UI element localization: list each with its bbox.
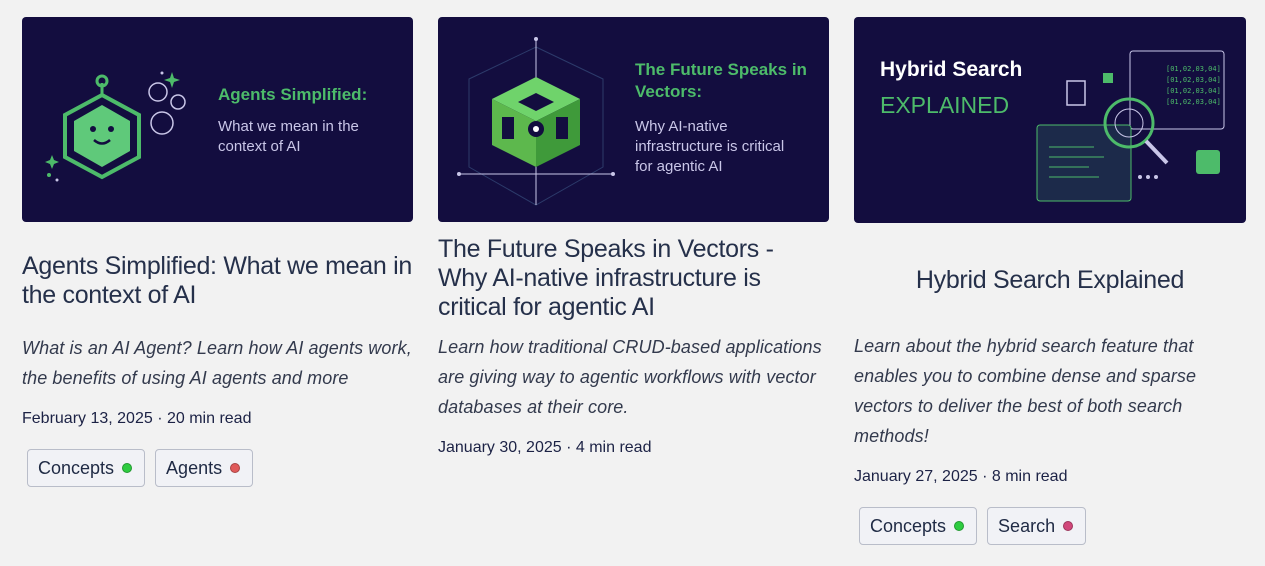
green-dot-icon — [122, 463, 133, 473]
thumbnail-headline: Hybrid Search — [880, 58, 1023, 81]
blog-card-future-speaks-in-vectors[interactable]: The Future Speaks in Vectors: Why AI-nat… — [438, 17, 829, 458]
tag-search[interactable]: Search — [987, 507, 1087, 545]
card-meta: January 30, 2025 · 4 min read — [438, 439, 652, 456]
tag-concepts[interactable]: Concepts — [27, 449, 146, 487]
tag-list: Concepts Search — [854, 507, 1246, 545]
red-dot-icon — [230, 463, 241, 473]
code-line: [01,02,03,04] — [1166, 65, 1221, 73]
tag-label: Concepts — [870, 515, 947, 536]
thumbnail-headline: The Future Speaks in Vectors: — [635, 60, 807, 101]
card-description: What is an AI Agent? Learn how AI agents… — [22, 338, 412, 388]
card-description: Learn about the hybrid search feature th… — [854, 336, 1197, 446]
search-magnifier-illustration — [1036, 50, 1225, 202]
thumbnail-subtitle: What we mean in the context of AI — [218, 118, 359, 155]
code-line: [01,02,03,04] — [1166, 87, 1221, 95]
card-title[interactable]: Agents Simplified: What we mean in the c… — [22, 252, 413, 310]
tag-label: Agents — [166, 457, 223, 478]
code-line: [01,02,03,04] — [1166, 98, 1221, 106]
code-snippet: [01,02,03,04] [01,02,03,04] [01,02,03,04… — [1166, 64, 1221, 108]
card-description: Learn how traditional CRUD-based applica… — [438, 337, 822, 417]
card-title[interactable]: The Future Speaks in Vectors - Why AI-na… — [438, 235, 829, 322]
tag-list: Concepts Agents — [22, 449, 413, 487]
blog-card-hybrid-search-explained[interactable]: Hybrid Search EXPLAINED [01,02,03,04] [0… — [854, 17, 1246, 545]
blog-card-agents-simplified[interactable]: Agents Simplified: What we mean in the c… — [22, 17, 413, 487]
card-meta: February 13, 2025 · 20 min read — [22, 410, 252, 427]
tag-label: Search — [998, 515, 1056, 536]
card-thumbnail[interactable]: Agents Simplified: What we mean in the c… — [22, 17, 413, 222]
thumbnail-subtitle: Why AI-native infrastructure is critical… — [635, 118, 785, 175]
card-thumbnail[interactable]: Hybrid Search EXPLAINED [01,02,03,04] [0… — [854, 17, 1246, 223]
thumbnail-subtitle: EXPLAINED — [880, 92, 1010, 118]
green-dot-icon — [954, 521, 965, 531]
card-title[interactable]: Hybrid Search Explained — [854, 266, 1246, 295]
code-line: [01,02,03,04] — [1166, 76, 1221, 84]
tag-agents[interactable]: Agents — [155, 449, 254, 487]
blog-grid: Agents Simplified: What we mean in the c… — [0, 0, 1265, 566]
card-thumbnail[interactable]: The Future Speaks in Vectors: Why AI-nat… — [438, 17, 829, 222]
card-meta: January 27, 2025 · 8 min read — [854, 468, 1068, 485]
pink-dot-icon — [1063, 521, 1074, 531]
thumbnail-headline: Agents Simplified: — [218, 85, 368, 104]
tag-concepts[interactable]: Concepts — [859, 507, 978, 545]
tag-label: Concepts — [38, 457, 115, 478]
